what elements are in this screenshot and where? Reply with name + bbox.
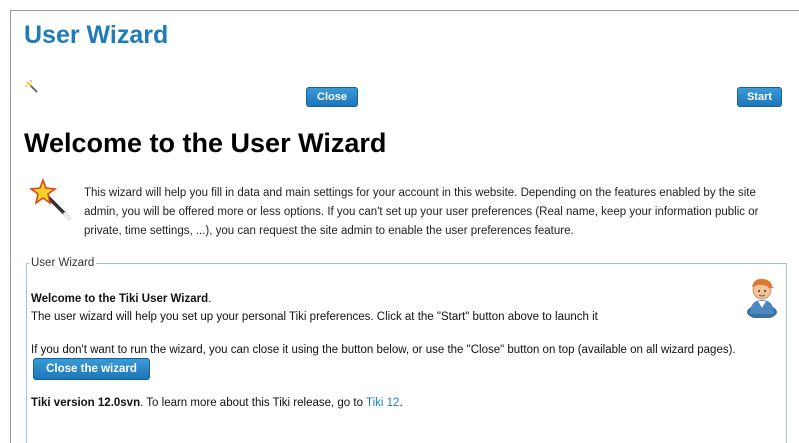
magic-wand-icon	[25, 80, 39, 99]
fieldset-legend: User Wizard	[29, 257, 97, 269]
magic-wand-icon	[28, 177, 73, 227]
version-text: . To learn more about this Tiki release,…	[140, 397, 366, 409]
user-avatar-icon	[744, 274, 780, 323]
version-end: .	[399, 397, 403, 409]
wizard-frame: User Wizard Close Start Welcome to the U…	[10, 10, 799, 443]
version-line: Tiki version 12.0svn. To learn more abou…	[31, 397, 403, 409]
tiki-12-link[interactable]: Tiki 12	[366, 397, 399, 409]
close-wizard-button[interactable]: Close the wizard	[33, 358, 150, 380]
start-button[interactable]: Start	[737, 87, 782, 107]
welcome-line: Welcome to the Tiki User Wizard.	[31, 293, 211, 305]
page-title: Welcome to the User Wizard	[24, 128, 387, 158]
close-hint: If you don't want to run the wizard, you…	[31, 344, 736, 356]
welcome-bold: Welcome to the Tiki User Wizard	[31, 293, 209, 305]
welcome-period: .	[208, 293, 212, 305]
intro-text: This wizard will help you fill in data a…	[84, 187, 759, 237]
version-bold: Tiki version 12.0svn	[31, 397, 141, 409]
wizard-title: User Wizard	[24, 21, 169, 49]
setup-text: The user wizard will help you set up you…	[31, 311, 598, 323]
close-button[interactable]: Close	[306, 87, 358, 107]
